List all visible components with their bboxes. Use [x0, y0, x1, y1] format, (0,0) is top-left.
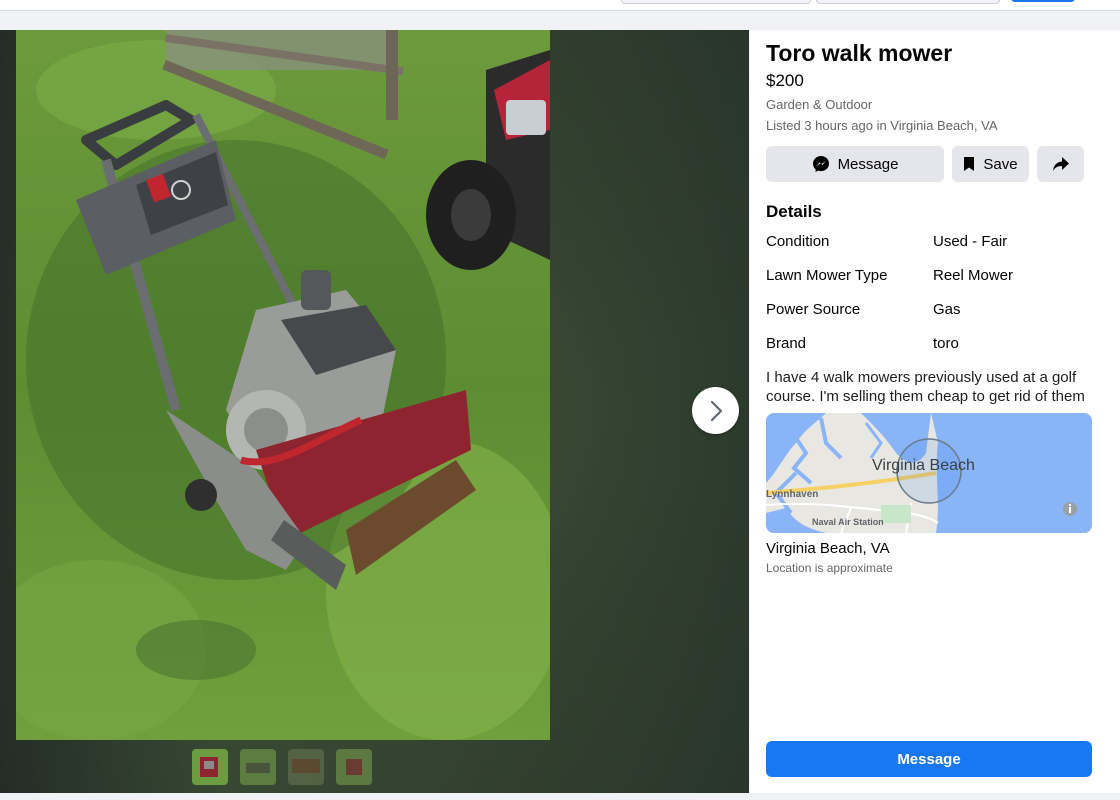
listing-details-panel: Toro walk mower $200 Garden & Outdoor Li… — [750, 30, 1120, 793]
save-button[interactable]: Save — [952, 146, 1029, 182]
map-area-label: Lynnhaven — [766, 489, 819, 500]
detail-label: Lawn Mower Type — [766, 267, 888, 284]
detail-value: Gas — [933, 301, 961, 318]
bookmark-icon — [964, 157, 975, 171]
thumbnail-4[interactable] — [336, 749, 372, 785]
listing-category[interactable]: Garden & Outdoor — [766, 97, 872, 112]
location-note: Location is approximate — [766, 561, 893, 575]
details-heading: Details — [766, 202, 822, 221]
detail-value: Reel Mower — [933, 267, 1014, 284]
message-seller-button[interactable]: Message — [766, 146, 944, 182]
header-input-1[interactable] — [621, 0, 811, 4]
message-cta-button[interactable]: Message — [766, 741, 1092, 777]
next-image-button[interactable] — [692, 387, 739, 434]
listing-photo — [16, 30, 550, 740]
thumbnail-3[interactable] — [288, 749, 324, 785]
save-button-label: Save — [983, 155, 1018, 173]
detail-label: Brand — [766, 335, 807, 352]
thumbnail-2[interactable] — [240, 749, 276, 785]
detail-label: Power Source — [766, 301, 861, 318]
detail-value: Used - Fair — [933, 233, 1008, 250]
listing-description: I have 4 walk mowers previously used at … — [766, 369, 1085, 405]
info-icon[interactable] — [1062, 501, 1078, 517]
messenger-icon — [812, 156, 829, 172]
location-name: Virginia Beach, VA — [766, 540, 890, 557]
detail-label: Condition — [766, 233, 830, 250]
thumbnail-1[interactable] — [192, 749, 228, 785]
message-cta-label: Message — [897, 750, 961, 768]
listing-time-location: Listed 3 hours ago in Virginia Beach, VA — [766, 118, 998, 133]
header-button[interactable] — [1011, 0, 1075, 2]
share-button[interactable] — [1037, 146, 1084, 182]
image-viewer — [0, 30, 749, 793]
header-input-2[interactable] — [816, 0, 1000, 4]
detail-value: toro — [933, 335, 959, 352]
listing-price: $200 — [766, 71, 804, 90]
message-button-label: Message — [837, 155, 899, 173]
chevron-right-icon — [710, 400, 722, 421]
top-navigation-bar — [0, 0, 1120, 11]
map-station-label: Naval Air Station — [812, 517, 884, 527]
location-map[interactable]: Virginia Beach Lynnhaven Naval Air Stati… — [766, 413, 1092, 533]
map-city-label: Virginia Beach — [872, 457, 975, 474]
listing-title: Toro walk mower — [766, 40, 953, 66]
share-icon — [1052, 157, 1069, 171]
thumbnail-strip — [192, 749, 372, 785]
